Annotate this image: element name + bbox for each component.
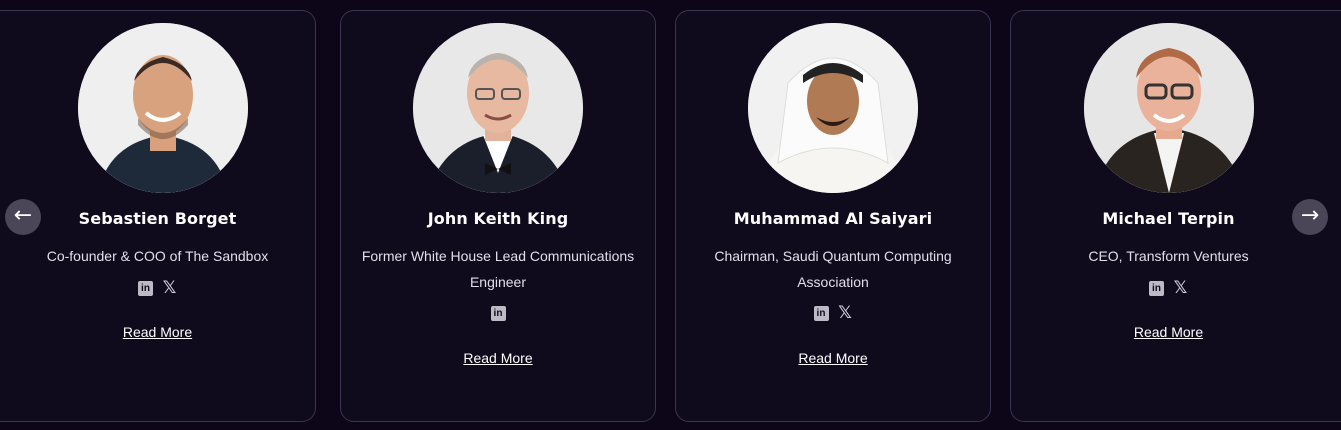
speaker-card: John Keith King Former White House Lead … [340,10,656,422]
arrow-right-icon[interactable]: → [1292,199,1328,235]
social-links: in 𝕏 [0,280,315,297]
linkedin-icon[interactable]: in [813,305,829,321]
arrow-left-icon[interactable]: ← [5,199,41,235]
speaker-photo [1084,23,1254,193]
linkedin-icon[interactable]: in [1149,280,1165,296]
read-more-link[interactable]: Read More [341,350,655,366]
speaker-role: Co-founder & COO of The Sandbox [46,248,269,264]
read-more-link[interactable]: Read More [0,324,315,340]
speaker-card: Muhammad Al Saiyari Chairman, Saudi Quan… [675,10,991,422]
speaker-name: Sebastien Borget [78,209,237,228]
speaker-role: CEO, Transform Ventures [1088,248,1249,264]
social-links: in 𝕏 [1011,280,1326,297]
speakers-carousel: Sebastien Borget Co-founder & COO of The… [0,0,1341,430]
speaker-card: Sebastien Borget Co-founder & COO of The… [0,10,316,422]
read-more-link[interactable]: Read More [676,350,990,366]
speaker-name: Muhammad Al Saiyari [733,209,933,228]
speaker-name: John Keith King [427,209,569,228]
speaker-role: Chairman, Saudi Quantum Computing Associ… [714,248,952,290]
speaker-photo [748,23,918,193]
speaker-name: Michael Terpin [1102,209,1235,228]
x-icon[interactable]: 𝕏 [162,280,178,297]
x-icon[interactable]: 𝕏 [837,305,853,322]
social-links: in 𝕏 [676,305,990,322]
x-icon[interactable]: 𝕏 [1173,280,1189,297]
social-links: in [341,305,655,321]
linkedin-icon[interactable]: in [490,305,506,321]
speaker-photo [413,23,583,193]
speaker-photo [78,23,248,193]
read-more-link[interactable]: Read More [1011,324,1326,340]
speaker-role: Former White House Lead Communications E… [361,248,635,290]
linkedin-icon[interactable]: in [138,280,154,296]
